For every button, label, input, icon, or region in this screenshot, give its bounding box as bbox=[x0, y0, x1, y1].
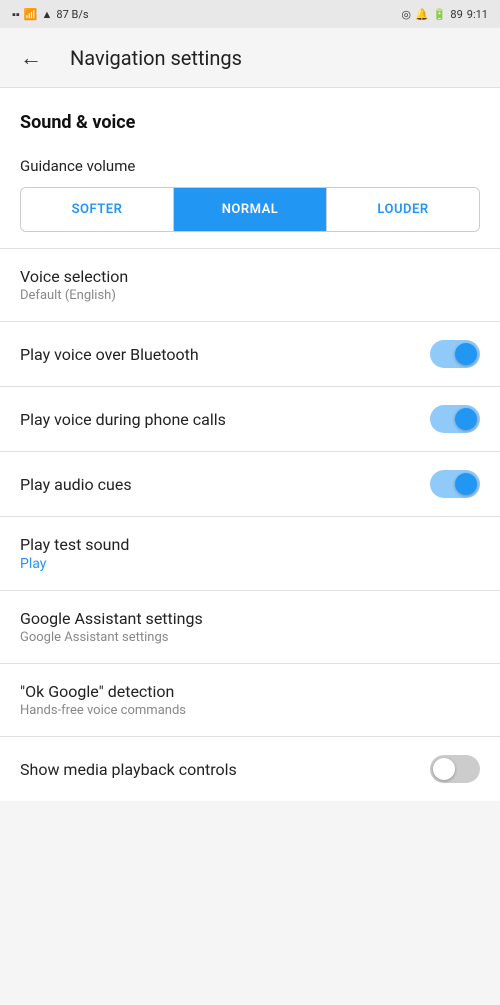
play-audio-cues-title: Play audio cues bbox=[20, 475, 430, 494]
content: Sound & voice Guidance volume SOFTER NOR… bbox=[0, 88, 500, 801]
show-media-playback-slider bbox=[430, 755, 480, 783]
show-media-playback-row: Show media playback controls bbox=[0, 737, 500, 801]
play-voice-phone-calls-content: Play voice during phone calls bbox=[20, 410, 430, 429]
show-media-playback-content: Show media playback controls bbox=[20, 760, 430, 779]
status-left: ▪▪ 📶 ▲ 87 B/s bbox=[12, 8, 89, 21]
google-assistant-settings-subtitle: Google Assistant settings bbox=[20, 630, 480, 645]
time-display: 9:11 bbox=[467, 8, 488, 21]
voice-selection-title: Voice selection bbox=[20, 267, 480, 286]
section-title-sound-voice: Sound & voice bbox=[0, 88, 500, 141]
ok-google-detection-content: "Ok Google" detection Hands-free voice c… bbox=[20, 682, 480, 718]
data-speed: 87 B/s bbox=[56, 8, 88, 21]
header: ← Navigation settings bbox=[0, 28, 500, 88]
play-voice-bluetooth-content: Play voice over Bluetooth bbox=[20, 345, 430, 364]
play-test-sound-row: Play test sound Play bbox=[0, 517, 500, 590]
play-audio-cues-slider bbox=[430, 470, 480, 498]
volume-softer-button[interactable]: SOFTER bbox=[21, 188, 174, 231]
play-voice-phone-calls-slider bbox=[430, 405, 480, 433]
back-button[interactable]: ← bbox=[16, 41, 46, 75]
voice-selection-content: Voice selection Default (English) bbox=[20, 267, 480, 303]
page-title: Navigation settings bbox=[70, 46, 242, 70]
play-voice-bluetooth-row: Play voice over Bluetooth bbox=[0, 322, 500, 386]
guidance-volume-label: Guidance volume bbox=[20, 157, 480, 175]
google-assistant-settings-content: Google Assistant settings Google Assista… bbox=[20, 609, 480, 645]
voice-selection-row[interactable]: Voice selection Default (English) bbox=[0, 249, 500, 321]
play-audio-cues-content: Play audio cues bbox=[20, 475, 430, 494]
notification-icon: 🔔 bbox=[415, 8, 429, 21]
ok-google-detection-row[interactable]: "Ok Google" detection Hands-free voice c… bbox=[0, 664, 500, 736]
play-audio-cues-toggle[interactable] bbox=[430, 470, 480, 498]
ok-google-detection-subtitle: Hands-free voice commands bbox=[20, 703, 480, 718]
play-voice-bluetooth-slider bbox=[430, 340, 480, 368]
play-test-sound-title: Play test sound bbox=[20, 535, 480, 554]
volume-selector: SOFTER NORMAL LOUDER bbox=[20, 187, 480, 232]
play-voice-phone-calls-toggle[interactable] bbox=[430, 405, 480, 433]
voice-selection-subtitle: Default (English) bbox=[20, 288, 480, 303]
wifi-icon: ▲ bbox=[42, 8, 53, 21]
status-bar: ▪▪ 📶 ▲ 87 B/s ◎ 🔔 🔋 89 9:11 bbox=[0, 0, 500, 28]
volume-normal-button[interactable]: NORMAL bbox=[174, 188, 327, 231]
play-voice-bluetooth-toggle[interactable] bbox=[430, 340, 480, 368]
play-voice-phone-calls-row: Play voice during phone calls bbox=[0, 387, 500, 451]
status-right: ◎ 🔔 🔋 89 9:11 bbox=[401, 8, 488, 21]
show-media-playback-toggle[interactable] bbox=[430, 755, 480, 783]
guidance-volume-block: Guidance volume SOFTER NORMAL LOUDER bbox=[0, 141, 500, 248]
battery-text: 89 bbox=[450, 8, 462, 21]
battery-icon: 🔋 bbox=[433, 8, 447, 21]
show-media-playback-title: Show media playback controls bbox=[20, 760, 430, 779]
ok-google-detection-title: "Ok Google" detection bbox=[20, 682, 480, 701]
signal-icon: 📶 bbox=[24, 8, 38, 21]
google-assistant-settings-row[interactable]: Google Assistant settings Google Assista… bbox=[0, 591, 500, 663]
play-voice-phone-calls-title: Play voice during phone calls bbox=[20, 410, 430, 429]
google-assistant-settings-title: Google Assistant settings bbox=[20, 609, 480, 628]
network-icon: ▪▪ bbox=[12, 8, 20, 21]
play-audio-cues-row: Play audio cues bbox=[0, 452, 500, 516]
volume-louder-button[interactable]: LOUDER bbox=[327, 188, 479, 231]
location-icon: ◎ bbox=[401, 8, 411, 21]
play-voice-bluetooth-title: Play voice over Bluetooth bbox=[20, 345, 430, 364]
play-test-sound-button[interactable]: Play bbox=[20, 556, 480, 572]
